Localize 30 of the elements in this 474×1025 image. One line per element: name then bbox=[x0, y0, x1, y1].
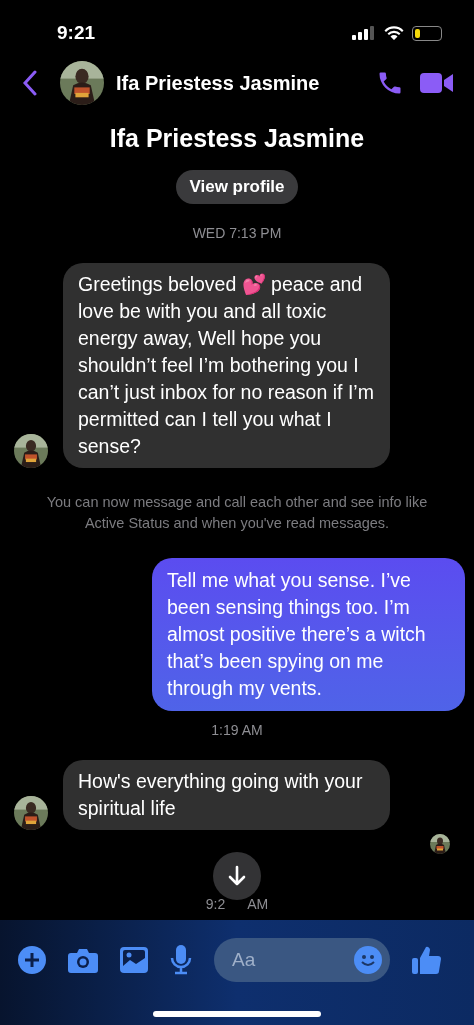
camera-icon[interactable] bbox=[68, 947, 98, 973]
plus-icon[interactable] bbox=[18, 946, 46, 974]
video-camera-icon[interactable] bbox=[420, 71, 454, 95]
status-time: 9:21 bbox=[57, 20, 96, 45]
outgoing-message: Tell me what you sense. I’ve been sensing things too. I’m almost positive there’s a witch that’s been spying on me through my vents. bbox=[152, 557, 465, 711]
thumbs-up-icon[interactable] bbox=[412, 945, 442, 975]
timestamp: 9:2 bbox=[205, 894, 226, 914]
emoji-icon[interactable] bbox=[354, 946, 382, 974]
message-input[interactable]: Aa bbox=[214, 938, 390, 982]
timestamp: WED 7:13 PM bbox=[192, 223, 282, 243]
incoming-message: How's everything going with your spiritual life bbox=[63, 759, 390, 830]
avatar bbox=[60, 61, 104, 105]
avatar bbox=[14, 433, 48, 468]
battery-icon bbox=[412, 25, 442, 41]
microphone-icon[interactable] bbox=[170, 945, 192, 975]
image-icon[interactable] bbox=[120, 947, 148, 973]
notice-text: You can now message and call each other and see info like Active Status and when you've read messages. bbox=[45, 492, 429, 533]
signal-icon bbox=[352, 26, 376, 40]
timestamp: AM bbox=[247, 894, 269, 914]
arrow-down-icon bbox=[227, 864, 247, 887]
profile-name: Ifa Priestess Jasmine bbox=[109, 123, 365, 154]
avatar bbox=[430, 833, 450, 854]
view-profile-button[interactable]: View profile bbox=[176, 169, 298, 204]
back-icon[interactable] bbox=[22, 70, 38, 96]
wifi-icon bbox=[384, 26, 404, 40]
scroll-down-button[interactable] bbox=[213, 851, 261, 900]
avatar bbox=[14, 795, 48, 830]
timestamp: 1:19 AM bbox=[211, 720, 263, 740]
incoming-message: Greetings beloved 💕 peace and love be with you and all toxic energy away, Well hope you shouldn’t feel I’m bothering you I can’t just inbox for no reason if I’m permitted can I tell you what I sense? bbox=[63, 262, 390, 468]
contact-name: Ifa Priestess Jasmine bbox=[116, 71, 321, 96]
